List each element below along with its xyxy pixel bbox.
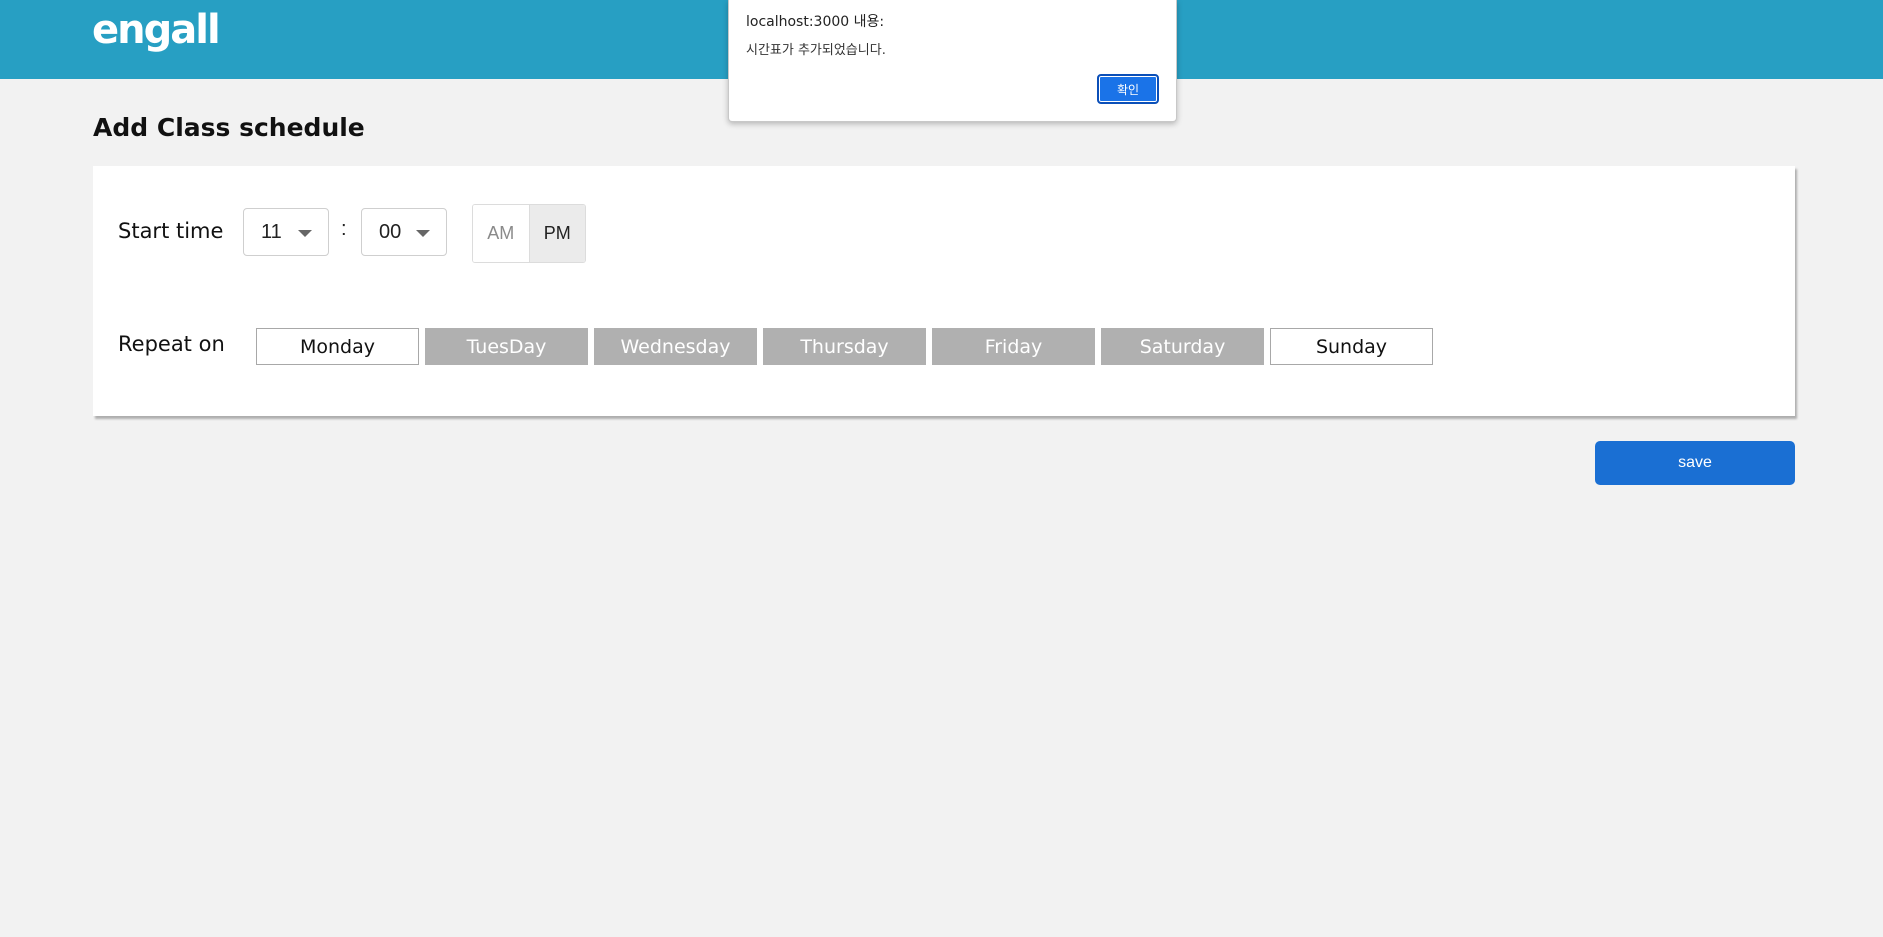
day-toggle-wednesday[interactable]: Wednesday <box>594 328 757 365</box>
am-button[interactable]: AM <box>473 205 530 262</box>
page-title: Add Class schedule <box>93 113 365 142</box>
day-toggle-monday[interactable]: Monday <box>256 328 419 365</box>
alert-dialog: localhost:3000 내용: 시간표가 추가되었습니다. 확인 <box>728 0 1177 122</box>
alert-title: localhost:3000 내용: <box>746 14 885 30</box>
hour-value: 11 <box>261 221 282 243</box>
am-pm-toggle: AM PM <box>472 204 586 263</box>
day-toggle-thursday[interactable]: Thursday <box>763 328 926 365</box>
repeat-on-label: Repeat on <box>118 332 225 356</box>
hour-select[interactable]: 11 <box>243 208 329 256</box>
day-toggle-sunday[interactable]: Sunday <box>1270 328 1433 365</box>
chevron-down-icon <box>298 230 312 237</box>
start-time-label: Start time <box>118 219 224 243</box>
time-separator: : <box>341 218 347 240</box>
day-toggle-tuesday[interactable]: TuesDay <box>425 328 588 365</box>
alert-message: 시간표가 추가되었습니다. <box>746 43 886 58</box>
schedule-form-card: Start time 11 : 00 AM PM Repeat on Monda… <box>93 166 1795 416</box>
save-button[interactable]: save <box>1595 441 1795 485</box>
repeat-days-group: Monday TuesDay Wednesday Thursday Friday… <box>256 328 1433 365</box>
minute-value: 00 <box>379 221 402 243</box>
engall-logo[interactable]: engall <box>92 10 221 50</box>
chevron-down-icon <box>416 230 430 237</box>
alert-ok-button[interactable]: 확인 <box>1097 74 1159 104</box>
day-toggle-saturday[interactable]: Saturday <box>1101 328 1264 365</box>
day-toggle-friday[interactable]: Friday <box>932 328 1095 365</box>
minute-select[interactable]: 00 <box>361 208 447 256</box>
pm-button[interactable]: PM <box>529 205 585 262</box>
